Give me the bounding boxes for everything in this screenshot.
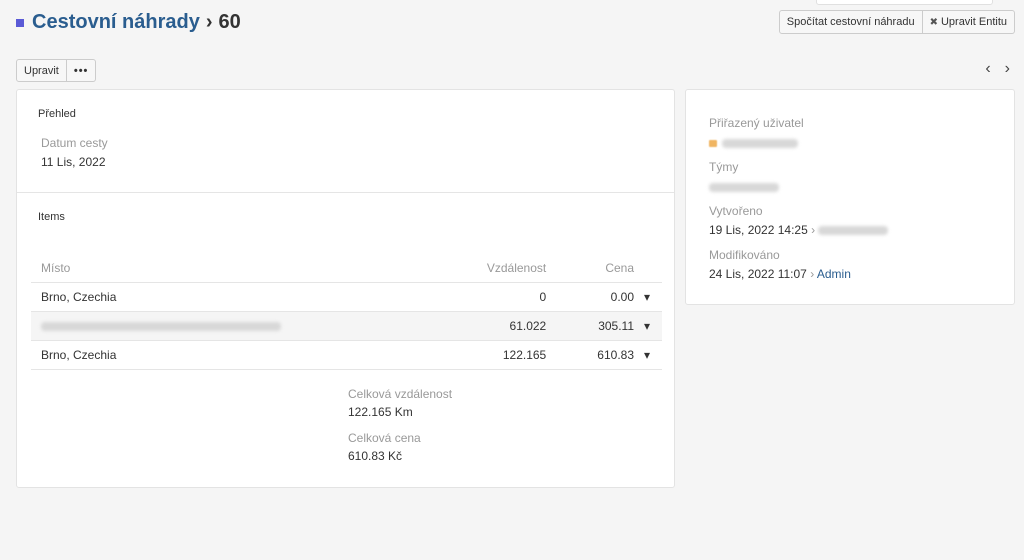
next-record-icon[interactable]: › xyxy=(1005,60,1010,78)
column-distance[interactable]: Vzdálenost xyxy=(433,254,557,283)
table-row: Brno, Czechia 122.165 610.83 ▾ xyxy=(31,340,662,370)
assigned-user-value xyxy=(709,136,798,150)
created-by-redacted[interactable] xyxy=(818,226,889,236)
total-distance-value: 122.165 Km xyxy=(348,405,413,419)
modified-label: Modifikováno xyxy=(709,248,780,262)
modified-by-arrow: › xyxy=(810,267,815,281)
more-actions-button[interactable]: ••• xyxy=(66,59,97,82)
total-price-label: Celková cena xyxy=(348,431,421,445)
tools-icon: ✖ xyxy=(929,16,938,28)
total-price-value: 610.83 Kč xyxy=(348,449,403,463)
side-panel: Přiřazený uživatel Týmy Vytvořeno 19 Lis… xyxy=(685,89,1015,305)
modified-by-link[interactable]: Admin xyxy=(817,267,851,281)
record-pager: ‹ › xyxy=(985,60,1010,78)
column-price[interactable]: Cena xyxy=(556,254,644,283)
row-place: Brno, Czechia xyxy=(31,340,434,370)
team-name-redacted[interactable] xyxy=(709,183,779,193)
previous-record-icon[interactable]: ‹ xyxy=(985,60,990,78)
teams-value xyxy=(709,180,779,194)
row-distance: 61.022 xyxy=(433,311,557,341)
calculate-travel-expense-button[interactable]: Spočítat cestovní náhradu xyxy=(778,10,923,34)
section-divider xyxy=(17,192,674,193)
edit-button[interactable]: Upravit xyxy=(16,59,67,82)
assigned-user-name-redacted[interactable] xyxy=(722,139,798,149)
row-menu-caret-icon[interactable]: ▾ xyxy=(644,340,662,370)
teams-label: Týmy xyxy=(709,160,739,174)
table-row: 61.022 305.11 ▾ xyxy=(31,311,662,341)
page-header: Cestovní náhrady › 60 xyxy=(16,8,241,36)
assigned-user-label: Přiřazený uživatel xyxy=(709,116,804,130)
row-distance: 122.165 xyxy=(433,340,557,370)
row-price: 305.11 xyxy=(556,311,644,341)
trip-date-value: 11 Lis, 2022 xyxy=(41,155,106,169)
row-distance: 0 xyxy=(433,282,557,312)
row-place: Brno, Czechia xyxy=(31,282,434,312)
row-menu-caret-icon[interactable]: ▾ xyxy=(644,282,662,312)
row-menu-caret-icon[interactable]: ▾ xyxy=(644,311,662,341)
edit-entity-label: Upravit Entitu xyxy=(940,16,1007,28)
items-table: Místo Vzdálenost Cena Brno, Czechia 0 0.… xyxy=(31,254,662,370)
created-datetime: 19 Lis, 2022 14:25 xyxy=(709,223,808,237)
items-header-row: Místo Vzdálenost Cena xyxy=(31,254,662,283)
trip-date-label: Datum cesty xyxy=(41,136,108,150)
record-id: 60 xyxy=(218,10,241,33)
modified-datetime: 24 Lis, 2022 11:07 xyxy=(709,267,807,281)
row-place-redacted xyxy=(31,311,434,341)
title-separator: › xyxy=(205,10,213,33)
top-search-box[interactable] xyxy=(816,0,993,5)
total-distance-label: Celková vzdálenost xyxy=(348,387,453,401)
column-place[interactable]: Místo xyxy=(31,254,434,283)
table-row: Brno, Czechia 0 0.00 ▾ xyxy=(31,282,662,312)
row-price: 0.00 xyxy=(556,282,644,312)
items-section-title: Items xyxy=(38,211,65,223)
created-label: Vytvořeno xyxy=(709,204,763,218)
row-price: 610.83 xyxy=(556,340,644,370)
main-panel: Přehled Datum cesty 11 Lis, 2022 Items M… xyxy=(16,89,675,488)
user-avatar-icon xyxy=(709,140,717,148)
created-value: 19 Lis, 2022 14:25 › xyxy=(709,223,889,237)
edit-entity-button[interactable]: ✖ Upravit Entitu xyxy=(922,10,1015,34)
modified-value: 24 Lis, 2022 11:07 › Admin xyxy=(709,267,851,281)
created-by-arrow: › xyxy=(811,223,816,237)
entity-title-link[interactable]: Cestovní náhrady xyxy=(32,11,200,34)
header-actions: Spočítat cestovní náhradu ✖ Upravit Enti… xyxy=(778,10,1015,34)
overview-section-title: Přehled xyxy=(38,108,76,120)
record-toolbar: Upravit ••• xyxy=(16,59,97,82)
entity-square-icon xyxy=(16,19,24,27)
column-actions xyxy=(644,254,662,283)
